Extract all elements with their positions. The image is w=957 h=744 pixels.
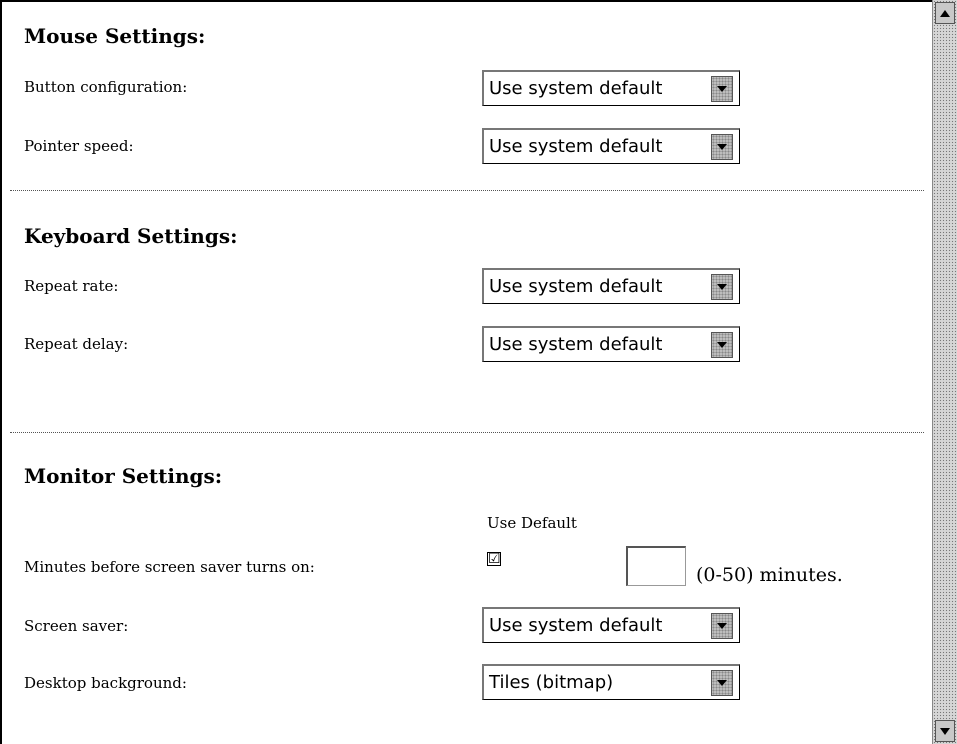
- chevron-down-icon[interactable]: [711, 133, 733, 160]
- use-default-column-header: Use Default: [487, 514, 577, 532]
- screen-saver-value: Use system default: [489, 615, 663, 636]
- repeat-delay-value: Use system default: [489, 334, 663, 355]
- section-divider: [10, 190, 924, 191]
- chevron-down-icon[interactable]: [711, 331, 733, 358]
- pointer-speed-select[interactable]: Use system default: [482, 128, 740, 164]
- repeat-rate-value: Use system default: [489, 276, 663, 297]
- settings-panel: Mouse Settings: Button configuration: Us…: [0, 0, 932, 744]
- pointer-speed-value: Use system default: [489, 136, 663, 157]
- keyboard-settings-heading: Keyboard Settings:: [24, 224, 238, 248]
- minutes-range-label: (0-50) minutes.: [696, 564, 843, 586]
- chevron-down-icon[interactable]: [711, 612, 733, 639]
- pointer-speed-label: Pointer speed:: [24, 137, 134, 155]
- scroll-up-arrow-icon[interactable]: [935, 2, 955, 24]
- repeat-delay-select[interactable]: Use system default: [482, 326, 740, 362]
- desktop-background-label: Desktop background:: [24, 674, 187, 692]
- chevron-down-icon[interactable]: [711, 75, 733, 102]
- screen-saver-minutes-label: Minutes before screen saver turns on:: [24, 558, 315, 576]
- mouse-settings-heading: Mouse Settings:: [24, 24, 206, 48]
- button-configuration-select[interactable]: Use system default: [482, 70, 740, 106]
- desktop-background-select[interactable]: Tiles (bitmap): [482, 664, 740, 700]
- screen-saver-select[interactable]: Use system default: [482, 607, 740, 643]
- vertical-scrollbar[interactable]: [932, 0, 957, 744]
- button-configuration-label: Button configuration:: [24, 78, 188, 96]
- button-configuration-value: Use system default: [489, 78, 663, 99]
- section-divider: [10, 432, 924, 433]
- chevron-down-icon[interactable]: [711, 273, 733, 300]
- use-default-checkbox[interactable]: ☑: [487, 552, 501, 566]
- monitor-settings-heading: Monitor Settings:: [24, 464, 223, 488]
- repeat-rate-select[interactable]: Use system default: [482, 268, 740, 304]
- screen-saver-label: Screen saver:: [24, 617, 129, 635]
- chevron-down-icon[interactable]: [711, 669, 733, 696]
- repeat-delay-label: Repeat delay:: [24, 335, 129, 353]
- desktop-background-value: Tiles (bitmap): [489, 672, 614, 693]
- repeat-rate-label: Repeat rate:: [24, 277, 119, 295]
- scroll-down-arrow-icon[interactable]: [935, 720, 955, 742]
- screen-saver-minutes-input[interactable]: [626, 546, 686, 586]
